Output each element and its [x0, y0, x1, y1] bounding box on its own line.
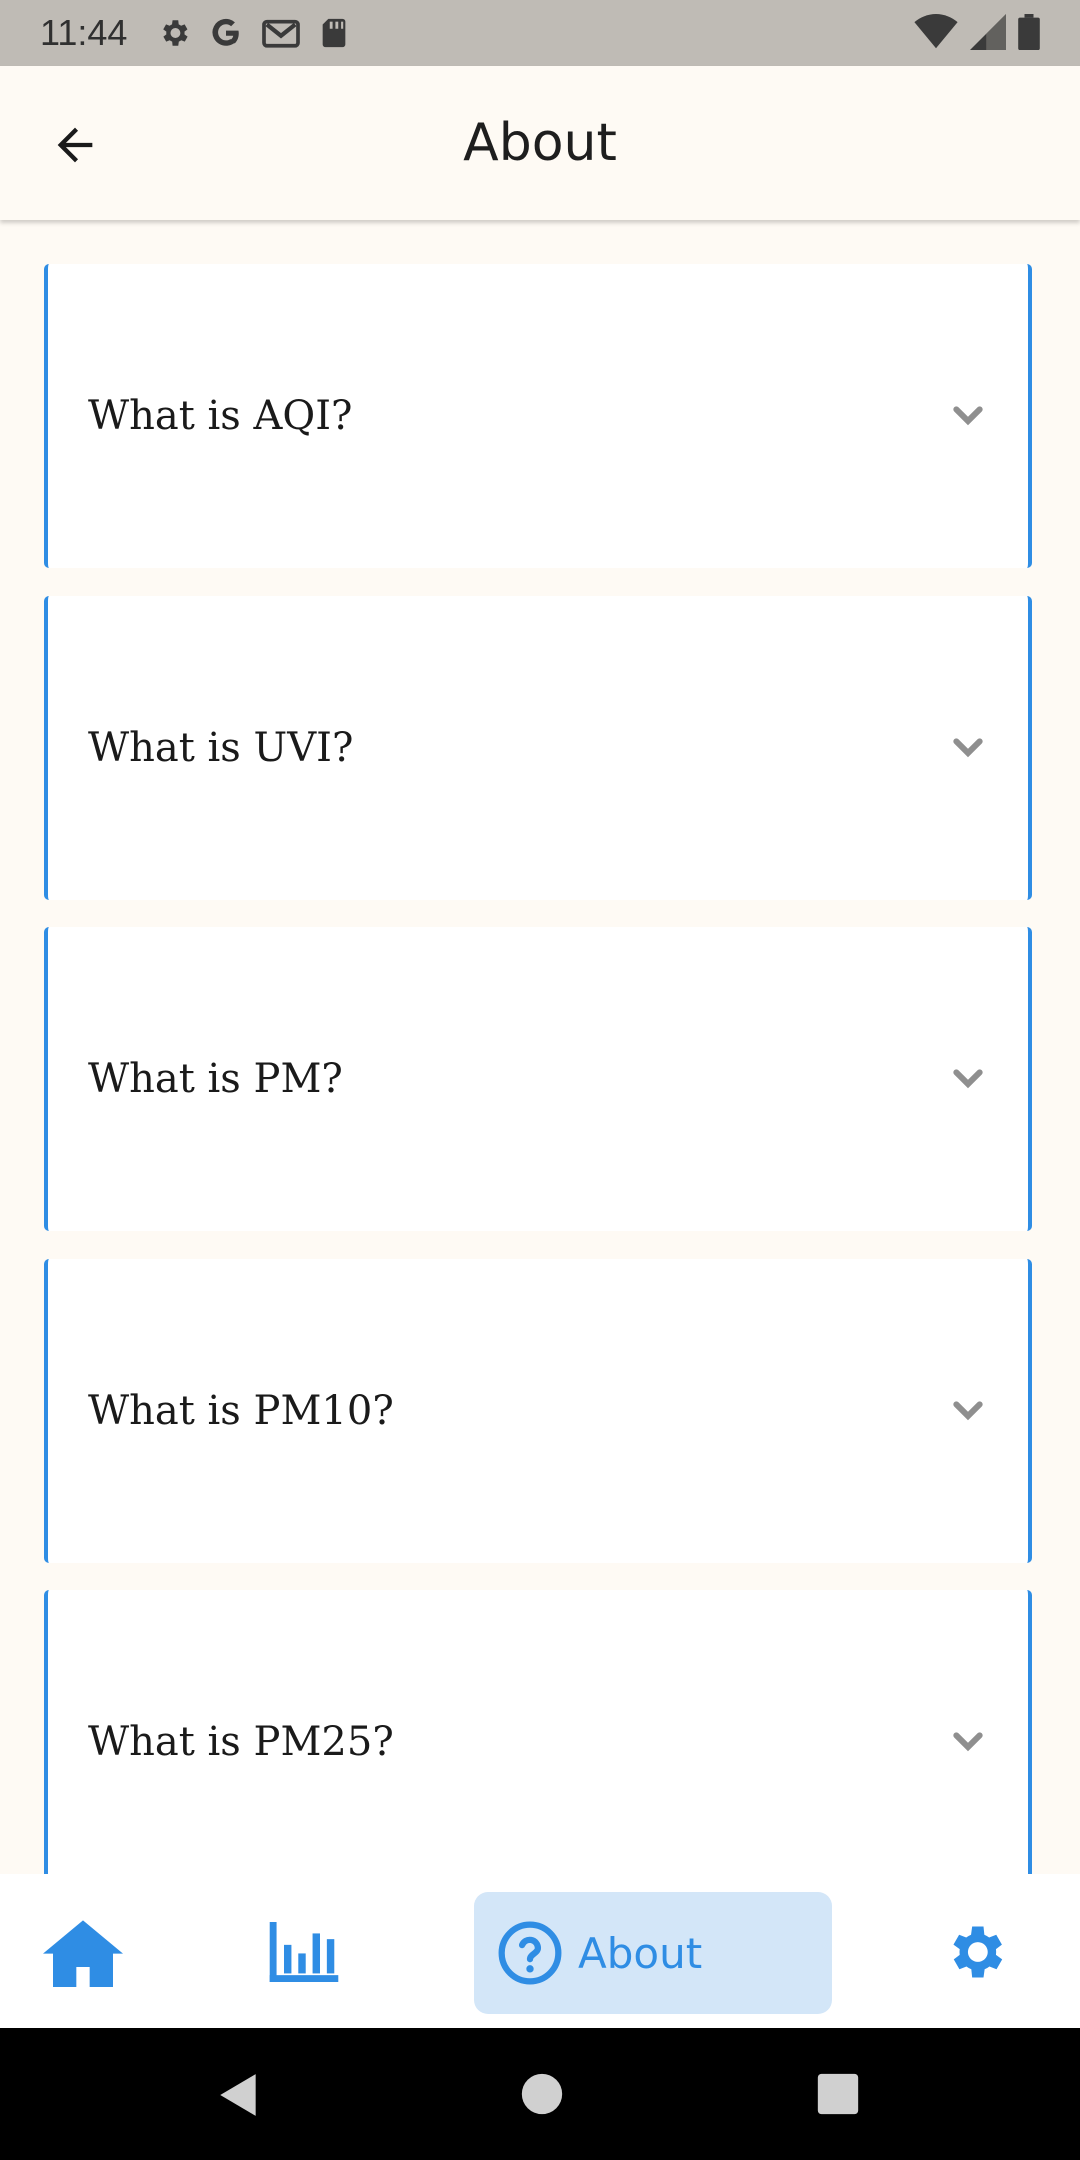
home-icon	[43, 1920, 123, 1987]
settings-icon	[163, 20, 189, 46]
bottom-navigation: About	[0, 1874, 1080, 2028]
gmail-icon	[262, 19, 301, 48]
chevron-down-icon	[953, 1732, 983, 1752]
chevron-down-icon	[953, 738, 983, 758]
help-circle-icon	[498, 1921, 562, 1985]
status-time: 11:44	[40, 12, 128, 53]
chevron-down-icon	[953, 1401, 983, 1421]
faq-item-pm25[interactable]: What is PM25?	[44, 1590, 1032, 1874]
bar-chart-icon	[269, 1922, 339, 1982]
faq-item-pm10[interactable]: What is PM10?	[44, 1259, 1032, 1563]
recents-square-icon[interactable]	[816, 2072, 860, 2116]
arrow-back-icon	[57, 127, 93, 163]
wifi-icon	[914, 14, 958, 49]
nav-about[interactable]: About	[474, 1892, 832, 2014]
signal-icon	[970, 14, 1006, 50]
page-title: About	[463, 113, 617, 173]
faq-question: What is AQI?	[88, 393, 353, 439]
faq-item-aqi[interactable]: What is AQI?	[44, 264, 1032, 568]
app-bar: About	[0, 66, 1080, 220]
chevron-down-icon	[953, 406, 983, 426]
home-circle-icon[interactable]	[520, 2072, 564, 2116]
faq-question: What is PM10?	[88, 1388, 394, 1434]
back-button[interactable]	[40, 110, 110, 180]
settings-icon	[953, 1926, 1003, 1978]
nav-about-label: About	[578, 1928, 703, 1978]
faq-item-uvi[interactable]: What is UVI?	[44, 596, 1032, 900]
faq-question: What is PM?	[88, 1056, 343, 1102]
google-icon	[212, 18, 240, 46]
nav-settings[interactable]	[940, 1892, 1010, 2012]
status-bar: 11:44	[0, 0, 1080, 66]
sd-card-icon	[323, 18, 346, 48]
faq-list: What is AQI? What is UVI? What is PM? Wh…	[44, 264, 1036, 1874]
system-navigation-bar	[0, 2028, 1080, 2160]
faq-item-pm[interactable]: What is PM?	[44, 927, 1032, 1231]
chevron-down-icon	[953, 1069, 983, 1089]
nav-charts[interactable]	[264, 1892, 344, 2012]
faq-question: What is UVI?	[88, 725, 354, 771]
faq-question: What is PM25?	[88, 1719, 394, 1765]
battery-icon	[1018, 14, 1040, 50]
nav-home[interactable]	[40, 1892, 126, 2012]
back-triangle-icon[interactable]	[214, 2070, 264, 2120]
